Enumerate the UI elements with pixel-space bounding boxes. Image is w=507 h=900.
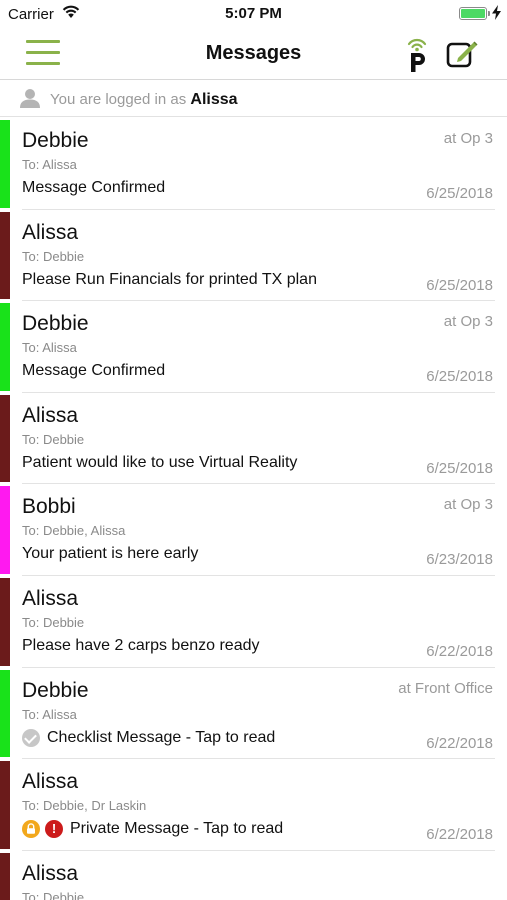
message-sender: Bobbi bbox=[22, 495, 76, 519]
user-icon bbox=[20, 88, 40, 113]
alert-icon: ! bbox=[45, 820, 63, 839]
message-sender: Alissa bbox=[22, 586, 79, 610]
message-text: Your patient is here early bbox=[22, 545, 199, 563]
message-recipients: To: Debbie bbox=[22, 889, 85, 900]
message-date: 6/25/2018 bbox=[426, 185, 493, 202]
message-sender: Alissa bbox=[22, 403, 79, 427]
message-color-bar bbox=[0, 486, 10, 574]
message-date: 6/22/2018 bbox=[426, 642, 493, 660]
message-sender: Alissa bbox=[22, 770, 79, 794]
message-recipients: To: Alissa bbox=[22, 340, 77, 356]
message-date: 6/22/2018 bbox=[426, 734, 493, 752]
message-row[interactable]: Alissa To: Debbie, Dr Laskin ! Private M… bbox=[0, 759, 507, 851]
message-recipients: To: Debbie, Alissa bbox=[22, 523, 126, 539]
message-recipients: To: Debbie bbox=[22, 431, 85, 447]
message-text: Private Message - Tap to read bbox=[70, 820, 284, 838]
message-row[interactable]: Alissa To: Debbie Please have 2 carps be… bbox=[0, 576, 507, 668]
message-row[interactable]: Debbie To: Alissa Checklist Message - Ta… bbox=[0, 668, 507, 760]
login-status-text: You are logged in as Alissa bbox=[50, 91, 238, 109]
message-color-bar bbox=[0, 303, 10, 391]
message-row[interactable]: Alissa To: Debbie Patient would like to … bbox=[0, 393, 507, 485]
message-body: Checklist Message - Tap to read bbox=[22, 728, 276, 747]
message-sender: Debbie bbox=[22, 312, 89, 336]
message-sender: Debbie bbox=[22, 678, 89, 702]
message-body: ! Private Message - Tap to read bbox=[22, 820, 284, 839]
message-recipients: To: Debbie, Dr Laskin bbox=[22, 798, 147, 814]
message-date: 6/25/2018 bbox=[426, 276, 493, 294]
message-location: at Front Office bbox=[398, 679, 493, 697]
message-recipients: To: Debbie bbox=[22, 614, 85, 630]
message-text: Message Confirmed bbox=[22, 362, 166, 380]
message-body: Your patient is here early bbox=[22, 545, 198, 563]
message-location: at Op 3 bbox=[443, 496, 493, 514]
status-time: 5:07 PM bbox=[225, 5, 282, 22]
message-text: Checklist Message - Tap to read bbox=[47, 728, 276, 746]
message-sender: Alissa bbox=[22, 861, 79, 885]
message-date: 6/23/2018 bbox=[426, 551, 493, 569]
nav-bar: Messages bbox=[0, 28, 507, 80]
message-location: at Op 3 bbox=[443, 313, 493, 331]
message-row[interactable]: Debbie To: Alissa Message Confirmed at O… bbox=[0, 301, 507, 393]
message-sender: Debbie bbox=[22, 129, 89, 152]
message-list: Debbie To: Alissa Message Confirmed at O… bbox=[0, 118, 507, 900]
message-color-bar bbox=[0, 669, 10, 758]
logged-in-user: Alissa bbox=[190, 91, 238, 108]
message-text: Please have 2 carps benzo ready bbox=[22, 636, 260, 654]
message-text: Message Confirmed bbox=[22, 179, 166, 196]
message-color-bar bbox=[0, 120, 10, 208]
message-row[interactable]: Bobbi To: Debbie, Alissa Your patient is… bbox=[0, 484, 507, 576]
check-circle-icon bbox=[22, 728, 40, 747]
battery-cap bbox=[488, 11, 490, 16]
lock-icon bbox=[22, 820, 40, 839]
message-body: Patient would like to use Virtual Realit… bbox=[22, 454, 297, 472]
status-bar: Carrier 5:07 PM bbox=[0, 0, 507, 28]
message-date: 6/22/2018 bbox=[426, 826, 493, 844]
compose-icon[interactable] bbox=[444, 36, 482, 72]
message-body: Message Confirmed bbox=[22, 179, 165, 197]
message-body: Please have 2 carps benzo ready bbox=[22, 637, 259, 655]
message-location: at Op 3 bbox=[443, 130, 493, 147]
message-color-bar bbox=[0, 761, 10, 849]
message-row[interactable]: Alissa To: Debbie bbox=[0, 851, 507, 900]
message-recipients: To: Debbie bbox=[22, 248, 85, 264]
charging-bolt-icon bbox=[492, 5, 501, 24]
login-prefix: You are logged in as bbox=[50, 91, 187, 108]
message-row[interactable]: Alissa To: Debbie Please Run Financials … bbox=[0, 210, 507, 302]
message-color-bar bbox=[0, 852, 10, 900]
battery-icon bbox=[459, 7, 487, 20]
message-color-bar bbox=[0, 394, 10, 483]
message-color-bar bbox=[0, 577, 10, 666]
message-recipients: To: Alissa bbox=[22, 706, 77, 722]
message-text: Patient would like to use Virtual Realit… bbox=[22, 453, 298, 471]
message-sender: Alissa bbox=[22, 220, 79, 244]
hamburger-menu-icon[interactable] bbox=[26, 40, 60, 66]
message-body: Message Confirmed bbox=[22, 362, 165, 380]
p-broadcast-logo-icon bbox=[402, 34, 434, 74]
message-body: Please Run Financials for printed TX pla… bbox=[22, 271, 317, 289]
login-status-bar: You are logged in as Alissa bbox=[0, 81, 507, 117]
message-color-bar bbox=[0, 211, 10, 300]
message-date: 6/25/2018 bbox=[426, 459, 493, 477]
message-date: 6/25/2018 bbox=[426, 368, 493, 386]
message-row[interactable]: Debbie To: Alissa Message Confirmed at O… bbox=[0, 118, 507, 210]
message-text: Please Run Financials for printed TX pla… bbox=[22, 270, 317, 288]
battery-level bbox=[461, 9, 485, 18]
message-recipients: To: Alissa bbox=[22, 157, 77, 172]
